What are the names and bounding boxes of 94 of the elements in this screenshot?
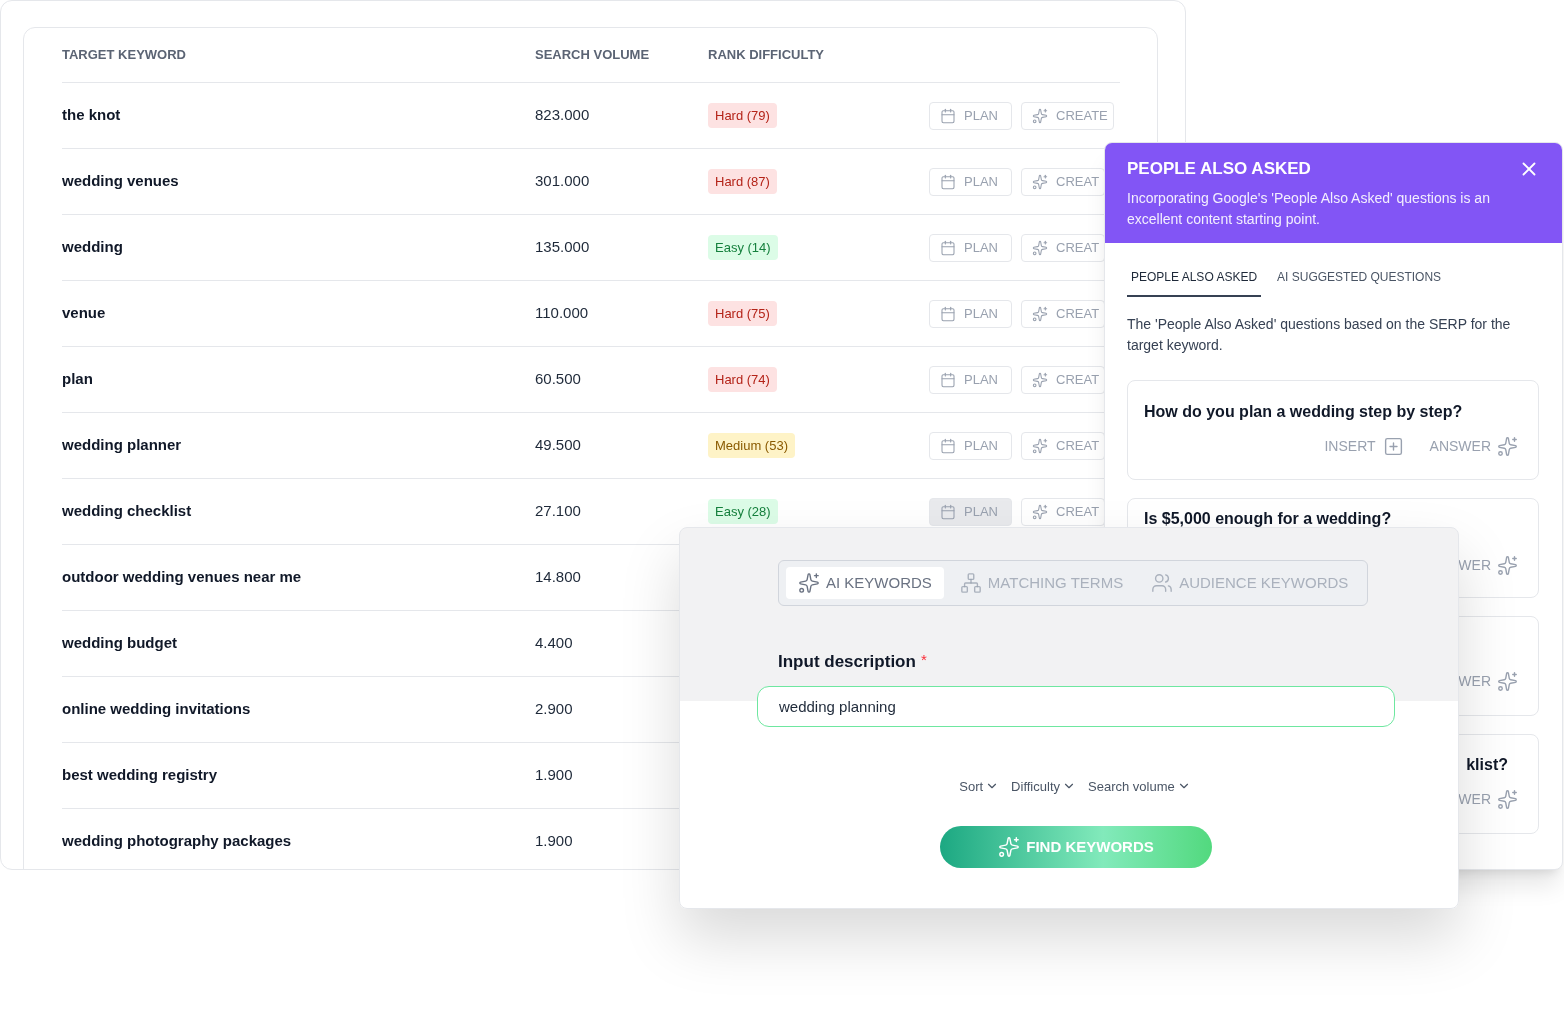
plan-button[interactable]: PLAN bbox=[929, 497, 1012, 526]
create-button[interactable]: CREAT bbox=[1021, 299, 1106, 328]
answer-button[interactable]: WER bbox=[1458, 555, 1518, 576]
calendar-icon bbox=[940, 305, 956, 322]
plan-button[interactable]: PLAN bbox=[929, 299, 1012, 328]
question-title: Is $5,000 enough for a wedding? bbox=[1144, 510, 1392, 527]
keyword-mode-tab[interactable]: AUDIENCE KEYWORDS bbox=[1139, 567, 1361, 599]
calendar-icon bbox=[940, 107, 956, 124]
calendar-icon bbox=[940, 503, 956, 520]
difficulty-badge: Easy (14) bbox=[708, 234, 778, 261]
required-mark: * bbox=[920, 650, 927, 670]
column-header: RANK DIFFICULTY bbox=[708, 46, 826, 65]
find-keywords-button[interactable]: FIND KEYWORDS bbox=[940, 826, 1212, 868]
keyword-cell-text: outdoor wedding venues near me bbox=[62, 567, 303, 588]
create-button[interactable]: CREAT bbox=[1021, 365, 1106, 394]
volume-cell-text: 135.000 bbox=[535, 237, 591, 258]
panel-description: Incorporating Google's 'People Also Asked' questions is an excellent content starting point. bbox=[1127, 188, 1491, 229]
keyword-cell-text: the knot bbox=[62, 105, 122, 126]
filter-dropdown[interactable]: Sort bbox=[959, 776, 1000, 796]
sparkles-icon bbox=[798, 572, 820, 594]
keyword-cell-text: venue bbox=[62, 303, 107, 324]
filter-dropdown[interactable]: Difficulty bbox=[1011, 776, 1076, 796]
description-input[interactable]: wedding planning bbox=[757, 685, 1395, 727]
keyword-cell-text: wedding bbox=[62, 237, 124, 258]
volume-cell-text: 2.900 bbox=[535, 699, 574, 720]
calendar-icon bbox=[940, 437, 956, 454]
filter-dropdown[interactable]: Search volume bbox=[1088, 776, 1191, 796]
volume-cell-text: 1.900 bbox=[535, 831, 574, 852]
sparkles-icon bbox=[1032, 503, 1048, 520]
question-title: How do you plan a wedding step by step? bbox=[1144, 403, 1463, 420]
calendar-icon bbox=[940, 371, 956, 388]
sparkles-icon bbox=[1032, 371, 1048, 388]
plan-button[interactable]: PLAN bbox=[929, 431, 1012, 460]
keyword-cell-text: best wedding registry bbox=[62, 765, 219, 786]
answer-button[interactable]: ANSWER bbox=[1429, 436, 1518, 457]
sparkles-icon bbox=[1497, 671, 1518, 692]
keyword-cell-text: plan bbox=[62, 369, 94, 390]
difficulty-badge: Hard (79) bbox=[708, 102, 777, 129]
column-header: TARGET KEYWORD bbox=[62, 46, 187, 65]
answer-button[interactable]: WER bbox=[1458, 789, 1518, 810]
create-button[interactable]: CREAT bbox=[1021, 167, 1106, 196]
keyword-cell-text: wedding venues bbox=[62, 171, 180, 192]
volume-cell-text: 110.000 bbox=[535, 303, 590, 324]
difficulty-badge: Hard (87) bbox=[708, 168, 777, 195]
sparkles-icon bbox=[1032, 305, 1048, 322]
volume-cell-text: 301.000 bbox=[535, 171, 591, 192]
calendar-icon bbox=[940, 239, 956, 256]
keyword-mode-tab[interactable]: MATCHING TERMS bbox=[947, 567, 1136, 599]
keyword-cell-text: wedding photography packages bbox=[62, 831, 293, 852]
intro-text: The 'People Also Asked' questions based on the SERP for the target keyword. bbox=[1126, 315, 1512, 355]
volume-cell-text: 4.400 bbox=[535, 633, 574, 654]
create-button[interactable]: CREAT bbox=[1021, 431, 1106, 460]
insert-button[interactable]: INSERT bbox=[1324, 436, 1404, 457]
plus-square-icon bbox=[1382, 436, 1404, 457]
volume-cell-text: 27.100 bbox=[535, 501, 582, 522]
users-icon bbox=[1151, 572, 1174, 594]
sparkles-icon bbox=[1497, 789, 1518, 810]
sparkles-icon bbox=[1032, 437, 1048, 454]
column-header: SEARCH VOLUME bbox=[535, 46, 651, 65]
plan-button[interactable]: PLAN bbox=[929, 167, 1012, 196]
volume-cell-text: 14.800 bbox=[535, 567, 582, 588]
plan-button[interactable]: PLAN bbox=[929, 101, 1012, 130]
calendar-icon bbox=[940, 173, 956, 190]
create-button[interactable]: CREATE bbox=[1021, 101, 1114, 130]
plan-button[interactable]: PLAN bbox=[929, 233, 1012, 262]
network-icon bbox=[959, 572, 982, 594]
panel-title: PEOPLE ALSO ASKED bbox=[1127, 158, 1311, 180]
input-label: Input description bbox=[778, 651, 916, 673]
create-button[interactable]: CREAT bbox=[1021, 497, 1106, 526]
create-button[interactable]: CREAT bbox=[1021, 233, 1106, 262]
keyword-cell-text: online wedding invitations bbox=[62, 699, 252, 720]
volume-cell-text: 60.500 bbox=[535, 369, 582, 390]
sparkles-icon bbox=[1032, 173, 1048, 190]
keyword-mode-tab[interactable]: AI KEYWORDS bbox=[786, 567, 944, 599]
tab[interactable]: AI SUGGESTED QUESTIONS bbox=[1273, 268, 1446, 297]
volume-cell-text: 823.000 bbox=[535, 105, 591, 126]
difficulty-badge: Medium (53) bbox=[708, 432, 795, 459]
difficulty-badge: Hard (74) bbox=[708, 366, 777, 393]
difficulty-badge: Hard (75) bbox=[708, 300, 777, 327]
keyword-cell-text: wedding budget bbox=[62, 633, 178, 654]
tab[interactable]: PEOPLE ALSO ASKED bbox=[1127, 268, 1262, 297]
sparkles-icon bbox=[1032, 107, 1048, 124]
sparkles-icon bbox=[1497, 555, 1518, 576]
volume-cell-text: 1.900 bbox=[535, 765, 574, 786]
keyword-cell-text: wedding checklist bbox=[62, 501, 193, 522]
difficulty-badge: Easy (28) bbox=[708, 498, 778, 525]
volume-cell-text: 49.500 bbox=[535, 435, 582, 456]
keyword-cell-text: wedding planner bbox=[62, 435, 183, 456]
question-title: klist? bbox=[1466, 756, 1508, 773]
sparkles-icon bbox=[998, 836, 1021, 858]
sparkles-icon bbox=[1032, 239, 1048, 256]
plan-button[interactable]: PLAN bbox=[929, 365, 1012, 394]
answer-button[interactable]: WER bbox=[1458, 671, 1518, 692]
sparkles-icon bbox=[1497, 436, 1518, 457]
